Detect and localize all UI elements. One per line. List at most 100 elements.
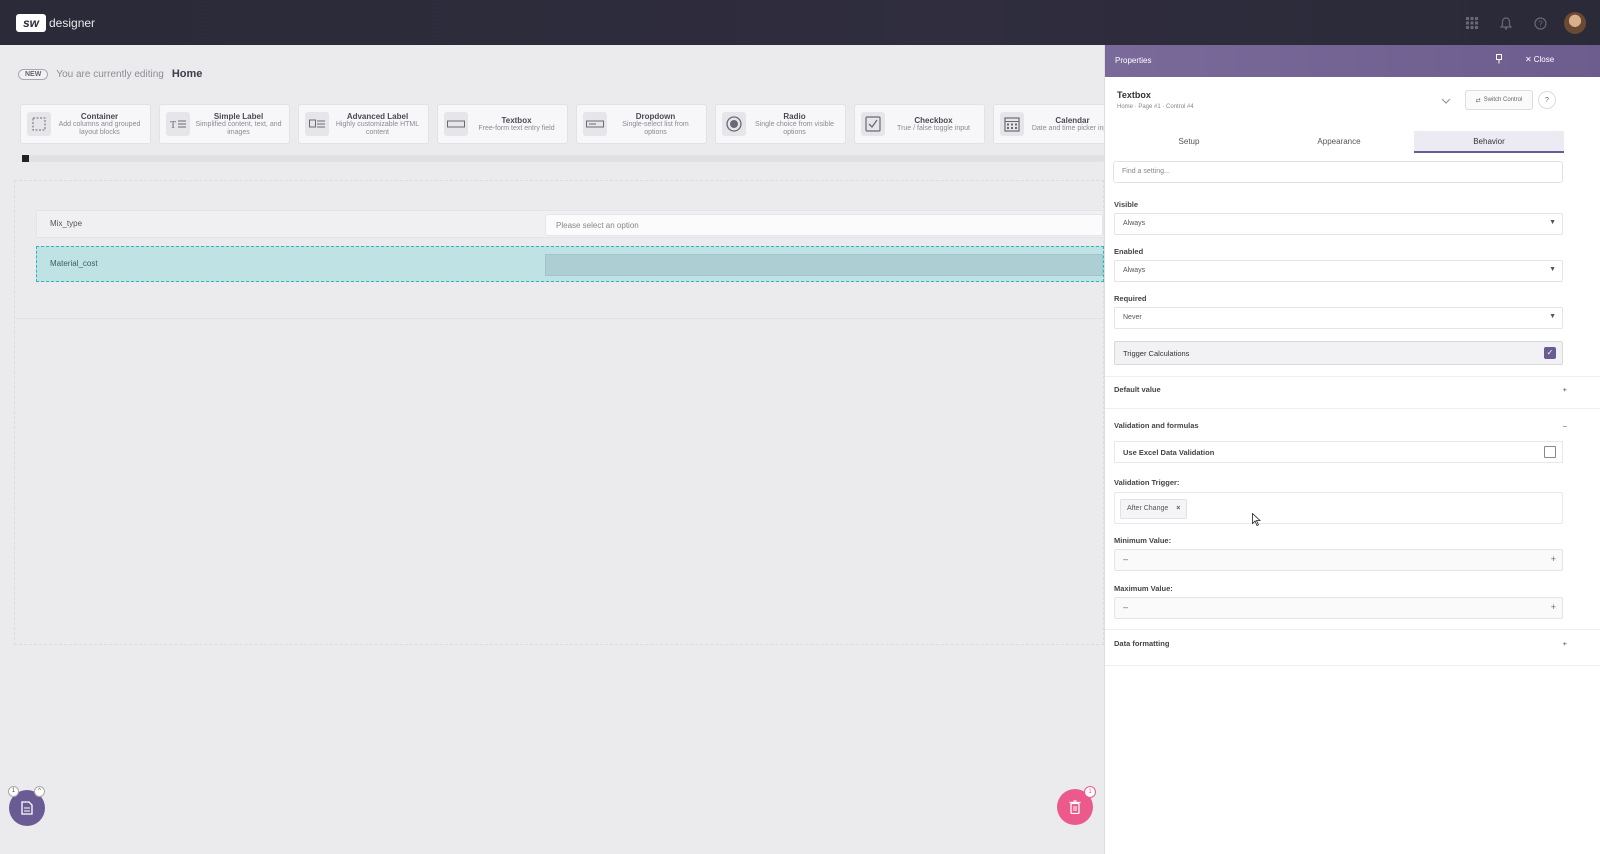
close-button[interactable]: ✕ Close — [1525, 55, 1554, 64]
increment-icon[interactable]: + — [1551, 602, 1556, 612]
mouse-cursor-icon — [1252, 513, 1261, 526]
properties-tabs: Setup Appearance Behavior — [1114, 131, 1564, 153]
editing-prefix: You are currently editing — [56, 68, 164, 80]
bell-icon[interactable] — [1496, 13, 1516, 33]
palette-radio[interactable]: Radio Single choice from visible options — [715, 104, 846, 144]
advanced-label-icon — [305, 112, 329, 136]
top-bar: sw designer ? — [0, 0, 1600, 45]
palette-desc: True / false toggle input — [897, 124, 970, 132]
scrollbar-thumb[interactable] — [22, 155, 29, 162]
palette-dropdown[interactable]: Dropdown Single-select list from options — [576, 104, 707, 144]
decrement-icon[interactable]: – — [1123, 554, 1128, 564]
palette-textbox[interactable]: Textbox Free-form text entry field — [437, 104, 568, 144]
caret-down-icon: ▼ — [1549, 313, 1556, 320]
form-row-material-cost-selected[interactable]: Material_cost — [36, 246, 1104, 282]
increment-icon[interactable]: + — [1551, 554, 1556, 564]
enabled-select[interactable]: Always ▼ — [1114, 260, 1563, 282]
palette-checkbox[interactable]: Checkbox True / false toggle input — [854, 104, 985, 144]
data-formatting-section[interactable]: Data formatting + — [1114, 639, 1567, 648]
new-badge[interactable]: NEW — [18, 68, 49, 80]
close-label: Close — [1533, 55, 1555, 64]
required-label: Required — [1114, 294, 1147, 303]
trash-icon — [1069, 800, 1081, 814]
simple-label-icon: T — [166, 112, 190, 136]
tab-behavior[interactable]: Behavior — [1414, 131, 1564, 153]
panel-help-button[interactable]: ? — [1538, 91, 1556, 109]
section-label: Validation and formulas — [1114, 421, 1199, 430]
field-label: Mix_type — [50, 219, 83, 228]
grid-icon[interactable] — [1462, 13, 1482, 33]
switch-control-button[interactable]: ⇄ Switch Control — [1465, 90, 1533, 110]
section-label: Data formatting — [1114, 639, 1170, 648]
close-icon: ✕ — [1525, 55, 1532, 64]
excel-validation-row[interactable]: Use Excel Data Validation — [1114, 441, 1563, 463]
help-icon[interactable]: ? — [1530, 13, 1550, 33]
expand-icon[interactable]: + — [1563, 639, 1567, 648]
trigger-calculations-checkbox[interactable]: ✓ — [1544, 347, 1556, 359]
tab-appearance[interactable]: Appearance — [1264, 131, 1414, 153]
palette-desc: Highly customizable HTML content — [335, 120, 420, 136]
switch-control-label: Switch Control — [1483, 97, 1523, 103]
palette-simple-label[interactable]: T Simple Label Simplified content, text, … — [159, 104, 290, 144]
properties-panel: Properties ✕ Close Textbox Home · Page #… — [1104, 45, 1600, 854]
required-select[interactable]: Never ▼ — [1114, 307, 1563, 329]
enabled-value: Always — [1123, 267, 1146, 274]
maximum-value-stepper[interactable]: – + — [1114, 597, 1563, 619]
avatar[interactable] — [1564, 12, 1586, 34]
required-value: Never — [1123, 314, 1142, 321]
palette-container[interactable]: Container Add columns and grouped layout … — [20, 104, 151, 144]
minimum-value-stepper[interactable]: – + — [1114, 549, 1563, 571]
svg-text:T: T — [170, 120, 176, 130]
remove-chip-icon[interactable]: × — [1176, 505, 1180, 513]
material-cost-textbox[interactable] — [545, 254, 1103, 276]
validation-trigger-label: Validation Trigger: — [1114, 478, 1180, 487]
decrement-icon[interactable]: – — [1123, 602, 1128, 612]
expand-badge[interactable]: ^ — [34, 786, 45, 797]
chevron-down-icon[interactable] — [1441, 96, 1451, 107]
validation-section[interactable]: Validation and formulas – — [1114, 421, 1567, 430]
palette-desc: Single-select list from options — [622, 120, 689, 136]
collapse-icon[interactable]: – — [1563, 421, 1567, 430]
visible-label: Visible — [1114, 200, 1139, 209]
palette-scrollbar[interactable] — [22, 155, 1104, 162]
pin-icon[interactable] — [1495, 54, 1503, 66]
palette-title: Checkbox — [914, 115, 953, 125]
app-logo[interactable]: sw designer — [16, 14, 95, 32]
canvas-divider — [14, 318, 1104, 319]
control-name: Textbox — [1117, 90, 1151, 100]
after-change-chip[interactable]: After Change × — [1120, 499, 1188, 519]
editing-breadcrumb: NEW You are currently editing Home — [18, 68, 202, 80]
editing-page[interactable]: Home — [172, 68, 203, 80]
excel-validation-checkbox[interactable] — [1544, 446, 1556, 458]
caret-down-icon: ▼ — [1549, 219, 1556, 226]
palette-desc: Add columns and grouped layout blocks — [58, 120, 141, 136]
enabled-label: Enabled — [1114, 247, 1144, 256]
palette-desc: Single choice from visible options — [755, 120, 834, 136]
palette-title: Container — [80, 111, 119, 121]
swap-icon: ⇄ — [1475, 97, 1481, 104]
mix-type-dropdown[interactable]: Please select an option — [545, 214, 1103, 236]
palette-advanced-label[interactable]: Advanced Label Highly customizable HTML c… — [298, 104, 429, 144]
palette-title: Textbox — [501, 115, 532, 125]
palette-title: Radio — [783, 111, 806, 121]
field-label: Material_cost — [50, 259, 98, 268]
minimum-value-label: Minimum Value: — [1114, 536, 1172, 545]
visible-select[interactable]: Always ▼ — [1114, 213, 1563, 235]
palette-desc: Free-form text entry field — [478, 124, 555, 132]
panel-title: Properties — [1115, 56, 1152, 65]
radio-icon — [722, 112, 746, 136]
document-icon — [21, 801, 33, 815]
validation-trigger-input[interactable]: After Change × — [1114, 492, 1563, 524]
trigger-calculations-row[interactable]: Trigger Calculations ✓ — [1114, 341, 1563, 365]
expand-icon[interactable]: + — [1563, 385, 1567, 394]
divider — [1105, 408, 1600, 409]
panel-header: Properties ✕ Close — [1105, 45, 1600, 77]
control-path: Home · Page #1 · Control #4 — [1117, 104, 1194, 110]
tab-setup[interactable]: Setup — [1114, 131, 1264, 153]
form-row-mix-type[interactable]: Mix_type Please select an option — [36, 210, 1104, 238]
default-value-section[interactable]: Default value + — [1114, 385, 1567, 394]
logo-text: designer — [49, 16, 96, 30]
setting-search-input[interactable]: Find a setting... — [1113, 161, 1563, 183]
calendar-icon — [1000, 112, 1024, 136]
divider — [1105, 665, 1600, 666]
